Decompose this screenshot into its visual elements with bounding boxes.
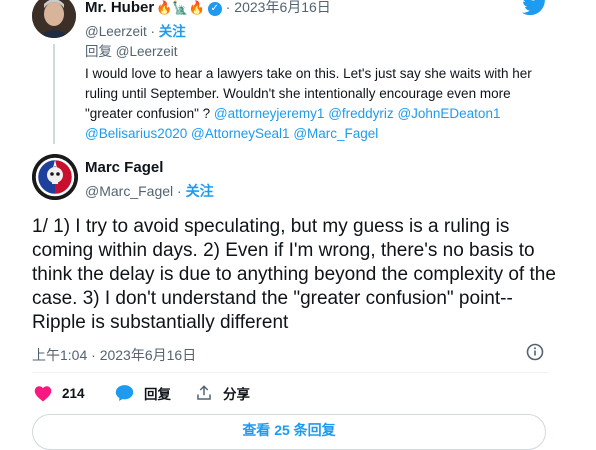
- follow-marc-fagel-button[interactable]: 关注: [186, 183, 214, 199]
- reply-tweet-text: I would love to hear a lawyers take on t…: [85, 64, 555, 144]
- thread-connector-line: [53, 44, 55, 144]
- mention-link[interactable]: @Belisarius2020: [85, 126, 187, 141]
- like-count: 214: [62, 385, 85, 401]
- huber-name-emojis: 🔥🗽🔥: [156, 0, 205, 15]
- huber-avatar[interactable]: [32, 0, 76, 38]
- reply-label: 回复: [144, 387, 171, 402]
- mention-link[interactable]: @freddyriz: [328, 106, 393, 121]
- reply-to-label: 回复 @Leerzeit: [85, 44, 178, 59]
- mention-link[interactable]: @Marc_Fagel: [293, 126, 378, 141]
- mention-link[interactable]: @attorneyjeremy1: [214, 106, 325, 121]
- follow-huber-button[interactable]: 关注: [159, 24, 186, 39]
- like-button[interactable]: 214: [34, 383, 85, 403]
- heart-icon: [34, 385, 52, 401]
- share-button[interactable]: 分享: [195, 383, 250, 403]
- divider: [32, 372, 548, 373]
- view-replies-button[interactable]: 查看 25 条回复: [32, 414, 546, 450]
- mention-link[interactable]: @JohnEDeaton1: [397, 106, 500, 121]
- huber-name-row[interactable]: Mr. Huber 🔥🗽🔥 ✓ · 2023年6月16日: [85, 0, 331, 17]
- mention-link[interactable]: @AttorneySeal1: [191, 126, 290, 141]
- marc-fagel-name[interactable]: Marc Fagel: [85, 159, 163, 176]
- marc-fagel-handle[interactable]: @Marc_Fagel: [85, 183, 173, 199]
- share-icon: [197, 385, 211, 400]
- info-icon[interactable]: [526, 343, 544, 361]
- marc-fagel-avatar[interactable]: [32, 154, 78, 200]
- tweet-timestamp[interactable]: 上午1:04 · 2023年6月16日: [32, 345, 196, 365]
- huber-handle[interactable]: @Leerzeit: [85, 24, 147, 39]
- verified-icon: ✓: [207, 2, 222, 16]
- huber-name[interactable]: Mr. Huber: [85, 0, 154, 16]
- huber-handle-row: @Leerzeit · 关注: [85, 24, 186, 39]
- reply-button[interactable]: 回复: [115, 383, 171, 403]
- marc-fagel-handle-row: @Marc_Fagel · 关注: [85, 183, 214, 199]
- share-label: 分享: [223, 387, 250, 402]
- twitter-logo-icon[interactable]: [521, 0, 548, 16]
- main-tweet-text: 1/ 1) I try to avoid speculating, but my…: [32, 216, 556, 333]
- huber-date[interactable]: · 2023年6月16日: [226, 0, 331, 15]
- reply-bubble-icon: [115, 385, 134, 401]
